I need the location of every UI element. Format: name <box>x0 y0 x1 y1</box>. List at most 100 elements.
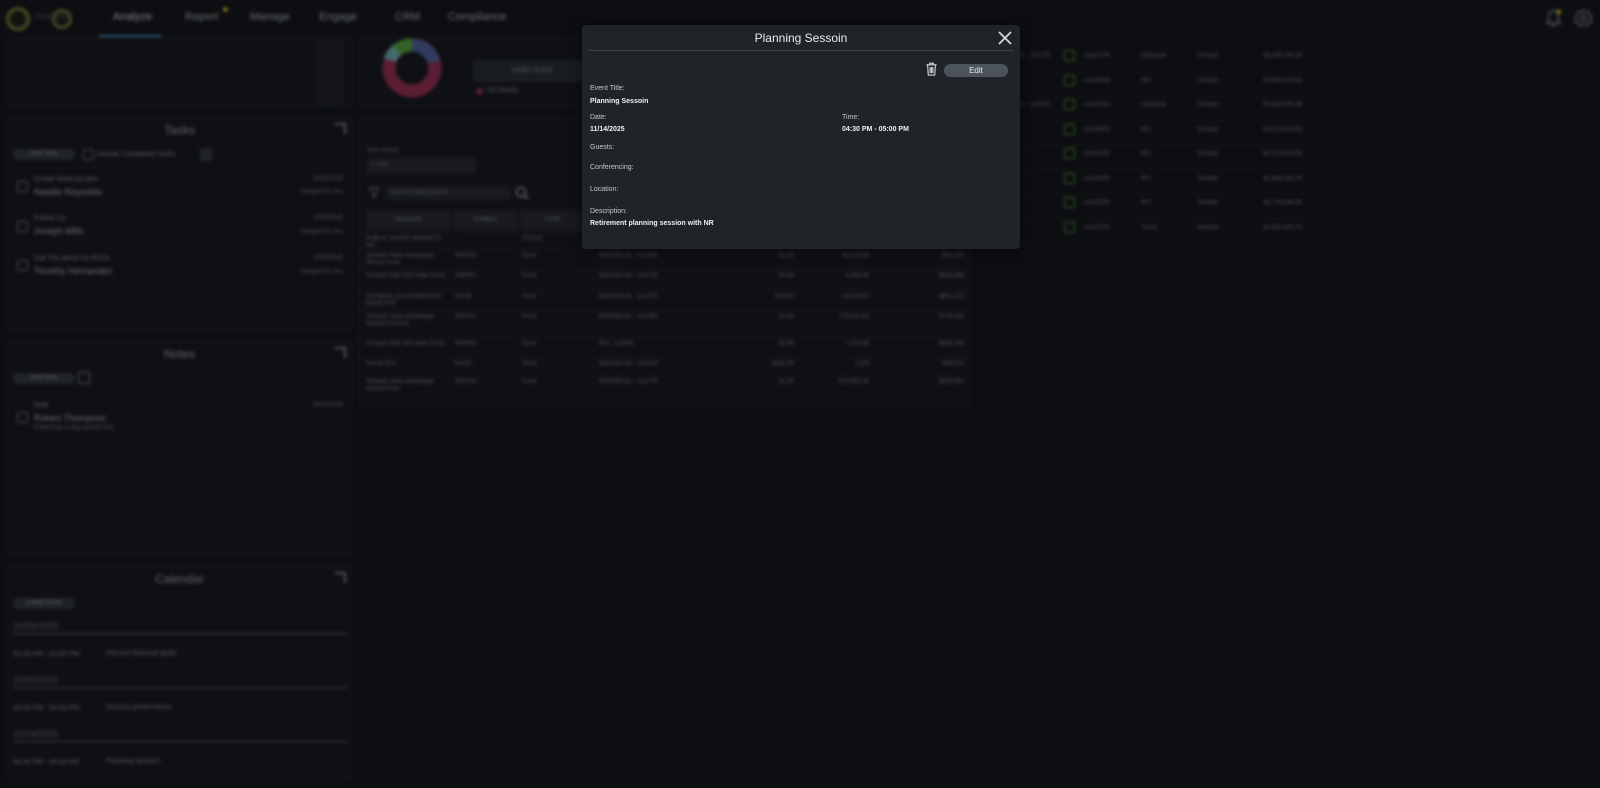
nav-engage[interactable]: Engage <box>319 11 357 23</box>
holding-price: $462.95 <box>772 361 794 367</box>
column-header-type[interactable]: TYPE <box>520 210 585 231</box>
holding-price: $3.68 <box>778 341 794 347</box>
account-row[interactable]: xxxx7270 Trusts Schwab $2,635,900.72 <box>980 221 1320 244</box>
nav-manage[interactable]: Manage <box>250 11 290 23</box>
nav-report[interactable]: Report <box>185 11 218 23</box>
time-period-select[interactable]: 1 Year <box>366 158 476 174</box>
holding-row[interactable]: Schwab Value Advantage Money Fund SWVXX Fu… <box>359 249 969 267</box>
task-assignee: Assigned to you <box>300 229 343 235</box>
account-kind: Individual <box>1141 102 1167 108</box>
account-num: xxxx7270 <box>1084 224 1110 231</box>
date-label: Date: <box>590 114 607 121</box>
account-link-icon[interactable] <box>1064 74 1075 86</box>
logo-icon[interactable] <box>6 7 30 31</box>
filter-icon[interactable] <box>200 148 212 161</box>
report-notification-dot <box>223 7 228 12</box>
account-value: $3,593,238.53 <box>1263 77 1302 84</box>
account-row[interactable]: AL - xx1776 xxxx1776 Individual Schwab $4,44… <box>980 50 1320 72</box>
bell-icon[interactable] <box>1545 9 1562 28</box>
account-link-icon[interactable] <box>1064 99 1075 110</box>
account-row[interactable]: xxxx3009 IRA Schwab $2,866,092.29 <box>980 172 1320 195</box>
trash-icon[interactable] <box>925 62 938 76</box>
task-checkbox[interactable] <box>17 181 28 192</box>
holding-value: $96,015 <box>942 361 964 367</box>
gear-icon[interactable] <box>1574 9 1593 28</box>
expand-icon[interactable] <box>335 123 346 134</box>
account-row[interactable]: xxxx8003 IRA Schwab $3,573,954.90 <box>980 123 1320 146</box>
holding-row[interactable]: Schwab S&P 500 Index Fund SWPPX Fund INDIVI… <box>359 269 969 287</box>
close-icon[interactable] <box>997 30 1013 46</box>
asset-class-tab[interactable]: ASSET CLASS <box>473 60 591 82</box>
account-link-icon[interactable] <box>1064 221 1075 233</box>
guests-label: Guests: <box>590 144 615 151</box>
holding-account: IRA - xx2506 <box>599 341 634 347</box>
account-link-icon[interactable] <box>1064 172 1075 184</box>
search-holding-input[interactable]: Search Holding Name <box>385 186 511 200</box>
account-custodian: Schwab <box>1197 200 1219 206</box>
nav-crm[interactable]: CRM <box>395 11 420 23</box>
accounts-table: AL - xx1776 xxxx1776 Individual Schwab $4,44… <box>980 37 1320 257</box>
holding-symbol: SWPPX <box>455 273 477 279</box>
expand-icon[interactable] <box>335 572 346 583</box>
holding-row[interactable]: Schwab S&P 500 Index Fund SWPPX Fund IRA - … <box>359 337 969 355</box>
account-link-icon[interactable] <box>1064 148 1075 159</box>
location-label: Location: <box>590 186 619 193</box>
holding-type: Fund <box>522 273 536 279</box>
account-value: $2,573,659.64 <box>1263 151 1302 157</box>
event-name[interactable]: Discuss performance <box>106 704 172 711</box>
event-time: 02:00 PM - 03:00 PM <box>13 651 80 658</box>
task-checkbox[interactable] <box>17 221 28 232</box>
task-checkbox[interactable] <box>17 260 28 271</box>
column-header-holding[interactable]: HOLDING <box>366 210 451 231</box>
account-kind: IRA <box>1141 77 1152 84</box>
holding-row[interactable]: Schwab Value Advantage Money Fund Inv SWV… <box>359 310 969 328</box>
task-title[interactable]: Create financial plan <box>34 176 98 183</box>
note-title[interactable]: Note <box>34 402 49 409</box>
account-link-icon[interactable] <box>1064 197 1075 208</box>
app-root: FIDELITY Analyze Report Manage Engage CR… <box>0 0 1600 788</box>
account-row[interactable]: xxxx2506 IRA Schwab $3,593,238.53 <box>980 74 1320 97</box>
account-row[interactable]: xxxx3026 IRA Schwab $2,573,659.64 <box>980 148 1320 170</box>
holding-qty: 779,542.53 <box>838 314 869 320</box>
account-value: $2,866,092.29 <box>1263 175 1302 182</box>
note-date: 10/29/2025 <box>312 402 343 408</box>
holding-value: $523,602 <box>938 379 964 385</box>
time-period-value: 1 Year <box>371 162 389 168</box>
modal-title: Planning Sessoin <box>754 31 848 45</box>
task-title[interactable]: Follow Up <box>34 215 65 222</box>
account-custodian: Schwab <box>1197 53 1219 59</box>
note-checkbox[interactable] <box>17 412 28 423</box>
account-custodian: Schwab <box>1197 224 1219 231</box>
holding-row[interactable]: Ferrari N.V. RACE Stock INDIVIDUAL - xx1034… <box>359 357 969 375</box>
search-icon[interactable] <box>515 186 529 200</box>
calendar-date-heading: 11/14/2025 <box>13 729 58 739</box>
account-link-icon[interactable] <box>1064 123 1075 135</box>
include-completed-checkbox[interactable] <box>83 149 94 160</box>
nav-compliance[interactable]: Compliance <box>448 11 506 23</box>
note-filter-icon[interactable] <box>78 372 90 384</box>
holding-row[interactable]: SCHWAB US AGGREGATE BOND ETF SCHZ Fund INDI… <box>359 290 969 308</box>
task-assignee: Assigned to you <box>300 189 343 195</box>
filter-icon[interactable] <box>368 187 380 199</box>
event-name[interactable]: Discuss financial goals <box>106 650 177 657</box>
account-value: $2,635,900.72 <box>1263 224 1302 231</box>
account-acct: AL - xx1776 <box>1018 53 1050 59</box>
nav-analyze[interactable]: Analyze <box>113 11 152 23</box>
search-placeholder: Search Holding Name <box>390 190 449 196</box>
create-event-button[interactable]: Create Event <box>13 598 75 609</box>
task-title[interactable]: Call Tim about his RSUs <box>34 255 110 262</box>
new-task-button[interactable]: New Task <box>13 149 75 160</box>
account-row[interactable]: xxxx3783 IRA Schwab $2,733,098.35 <box>980 197 1320 219</box>
holding-row[interactable]: Schwab Value Advantage Money Fund SWVXX Fu… <box>359 375 969 393</box>
new-note-button[interactable]: New Note <box>13 373 75 384</box>
holding-account: INDIVIDUAL - xx1034 <box>599 253 658 259</box>
event-name[interactable]: Planning Sessoin <box>106 758 160 765</box>
account-row[interactable]: AL - xx1034 xxxx1034 Individual Schwab $2,84… <box>980 99 1320 121</box>
edit-button[interactable]: Edit <box>944 64 1008 77</box>
column-header-symbol[interactable]: SYMBOL <box>453 210 518 231</box>
account-acct: AL - xx1034 <box>1018 102 1050 108</box>
allocation-donut-chart[interactable] <box>382 38 442 98</box>
expand-icon[interactable] <box>335 347 346 358</box>
account-kind: IRA <box>1141 200 1152 206</box>
account-link-icon[interactable] <box>1064 50 1075 61</box>
